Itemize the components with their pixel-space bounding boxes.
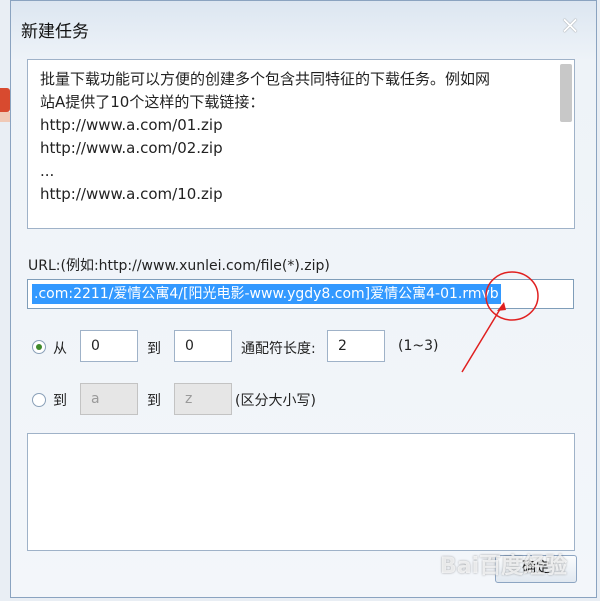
from-number-input[interactable]: 0 [80, 330, 138, 362]
from-letter-input[interactable]: a [80, 383, 138, 415]
description-line: http://www.a.com/01.zip [40, 116, 223, 134]
description-text: 批量下载功能可以方便的创建多个包含共同特征的下载任务。例如网 站A提供了10个这… [40, 68, 550, 206]
result-list[interactable] [27, 433, 575, 551]
wildcard-length-hint: (1~3) [398, 338, 439, 354]
url-input-value: .com:2211/爱情公寓4/[阳光电影-www.ygdy8.com]爱情公寓… [32, 284, 501, 304]
background-app-edge-lower [0, 112, 10, 122]
wildcard-length-input[interactable]: 2 [327, 330, 385, 362]
description-line: 站A提供了10个这样的下载链接： [40, 93, 265, 111]
alpha-to-label: 到 [147, 393, 161, 409]
wildcard-length-label: 通配符长度: [241, 341, 316, 357]
description-line: 批量下载功能可以方便的创建多个包含共同特征的下载任务。例如网 [40, 70, 491, 88]
url-input[interactable]: .com:2211/爱情公寓4/[阳光电影-www.ygdy8.com]爱情公寓… [27, 279, 574, 309]
dialog-title: 新建任务 [21, 22, 89, 42]
to-label: 到 [147, 341, 161, 357]
to-number-input[interactable]: 0 [174, 330, 232, 362]
alpha-from-label: 到 [53, 393, 67, 409]
alpha-range-radio[interactable] [32, 393, 46, 407]
description-line: ... [40, 162, 55, 180]
close-icon[interactable]: × [558, 13, 582, 37]
ok-button[interactable]: 确定 [495, 555, 577, 583]
to-letter-input[interactable]: z [174, 383, 232, 415]
description-line: http://www.a.com/10.zip [40, 185, 223, 203]
from-label: 从 [53, 341, 67, 357]
description-line: http://www.a.com/02.zip [40, 139, 223, 157]
description-scrollbar[interactable] [560, 64, 572, 122]
background-app-edge [0, 88, 10, 112]
description-box[interactable]: 批量下载功能可以方便的创建多个包含共同特征的下载任务。例如网 站A提供了10个这… [27, 59, 575, 229]
case-sensitive-hint: (区分大小写) [235, 393, 316, 409]
numeric-range-radio[interactable] [32, 340, 46, 354]
new-task-dialog: 新建任务 × 批量下载功能可以方便的创建多个包含共同特征的下载任务。例如网 站A… [10, 0, 597, 598]
url-label: URL:(例如:http://www.xunlei.com/file(*).zi… [28, 258, 330, 274]
